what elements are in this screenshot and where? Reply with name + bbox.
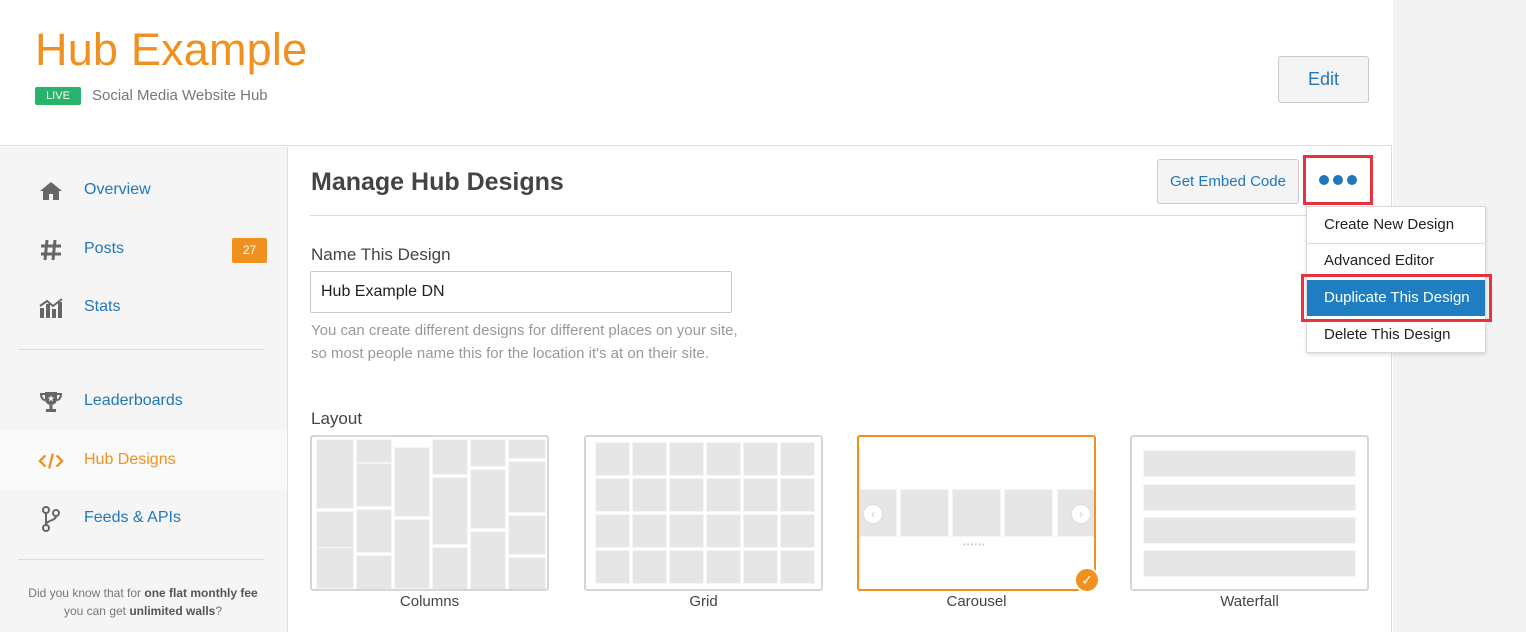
grid-thumb-cell <box>706 442 741 476</box>
sidebar-divider <box>18 559 264 560</box>
title-divider <box>310 215 1370 216</box>
name-design-label: Name This Design <box>311 245 451 264</box>
layout-option-columns[interactable] <box>310 435 549 591</box>
hub-subtitle: Social Media Website Hub <box>92 87 268 104</box>
menu-item-duplicate-this-design[interactable]: Duplicate This Design <box>1307 280 1485 316</box>
sidebar-item-stats[interactable]: Stats <box>0 278 287 336</box>
grid-thumb-cell <box>595 514 630 548</box>
carousel-next-icon: › <box>1071 504 1091 524</box>
sidebar-item-label: Stats <box>84 298 121 315</box>
grid-thumb-cell <box>669 550 704 584</box>
more-options-button[interactable] <box>1303 155 1373 205</box>
design-name-help: You can create different designs for dif… <box>311 322 738 362</box>
sidebar-item-label: Leaderboards <box>84 392 183 409</box>
grid-thumb-cell <box>743 442 778 476</box>
grid-thumb-cell <box>780 550 815 584</box>
hashtag-icon <box>38 237 64 263</box>
posts-count-badge: 27 <box>232 238 267 263</box>
grid-thumb-cell <box>743 550 778 584</box>
grid-thumb-cell <box>632 442 667 476</box>
layout-name-waterfall: Waterfall <box>1220 593 1279 610</box>
layout-name-carousel: Carousel <box>946 593 1007 610</box>
grid-thumb-cell <box>595 478 630 512</box>
edit-button[interactable]: Edit <box>1278 56 1369 103</box>
grid-thumb-cell <box>669 442 704 476</box>
grid-thumb-cell <box>632 514 667 548</box>
layout-option-grid[interactable] <box>584 435 823 591</box>
grid-thumb-cell <box>706 478 741 512</box>
grid-thumb-cell <box>595 550 630 584</box>
sidebar-item-label: Feeds & APIs <box>84 509 181 526</box>
menu-item-advanced-editor[interactable]: Advanced Editor <box>1307 243 1485 279</box>
menu-item-create-new-design[interactable]: Create New Design <box>1307 207 1485 243</box>
grid-thumb-cell <box>595 442 630 476</box>
sidebar-item-label: Overview <box>84 181 151 198</box>
grid-thumb-cell <box>743 478 778 512</box>
grid-thumb-cell <box>632 550 667 584</box>
sidebar-item-label: Posts <box>84 240 125 257</box>
layout-name-columns: Columns <box>399 593 460 610</box>
code-icon <box>38 448 64 474</box>
more-dots-icon <box>1347 175 1357 185</box>
design-name-input[interactable] <box>310 271 732 313</box>
layout-name-grid: Grid <box>689 593 718 610</box>
sidebar-divider <box>18 349 264 350</box>
home-icon <box>38 178 64 204</box>
selected-check-icon: ✓ <box>1074 567 1100 593</box>
sidebar-item-overview[interactable]: Overview <box>0 161 287 219</box>
more-dots-icon <box>1319 175 1329 185</box>
grid-thumb-cell <box>706 514 741 548</box>
menu-item-delete-this-design[interactable]: Delete This Design <box>1307 317 1485 353</box>
grid-thumb-cell <box>632 478 667 512</box>
more-dots-icon <box>1333 175 1343 185</box>
grid-thumb-cell <box>669 478 704 512</box>
page-header: Hub Example LIVE Social Media Website Hu… <box>0 0 1392 146</box>
grid-thumb-cell <box>706 550 741 584</box>
sidebar-item-feeds-apis[interactable]: Feeds & APIs <box>0 489 287 547</box>
page-title: Manage Hub Designs <box>311 168 564 196</box>
main-area: Hub Example LIVE Social Media Website Hu… <box>0 0 1492 632</box>
more-options-menu: Create New Design Advanced Editor Duplic… <box>1306 206 1486 353</box>
grid-thumb-cell <box>669 514 704 548</box>
grid-thumb-cell <box>780 514 815 548</box>
layout-label: Layout <box>311 409 363 428</box>
layout-option-carousel[interactable]: ‹ › •••••• <box>857 435 1096 591</box>
sidebar: Overview Posts 27 Stats Leaderboards Hub… <box>0 147 288 632</box>
sidebar-item-hub-designs[interactable]: Hub Designs <box>0 431 287 489</box>
trophy-icon <box>38 389 64 415</box>
sidebar-item-label: Hub Designs <box>84 451 176 468</box>
live-status-badge: LIVE <box>35 87 81 105</box>
layout-option-waterfall[interactable] <box>1130 435 1369 591</box>
grid-thumb-cell <box>780 442 815 476</box>
carousel-prev-icon: ‹ <box>863 504 883 524</box>
hub-title: Hub Example <box>35 24 308 75</box>
get-embed-code-button[interactable]: Get Embed Code <box>1157 159 1299 204</box>
pricing-tip: Did you know that for one flat monthly f… <box>28 586 258 618</box>
carousel-pager-icon: •••••• <box>963 540 986 549</box>
sidebar-item-leaderboards[interactable]: Leaderboards <box>0 372 287 430</box>
grid-thumb-cell <box>743 514 778 548</box>
branch-icon <box>38 506 64 532</box>
grid-thumb-cell <box>780 478 815 512</box>
stats-chart-icon <box>38 295 64 321</box>
